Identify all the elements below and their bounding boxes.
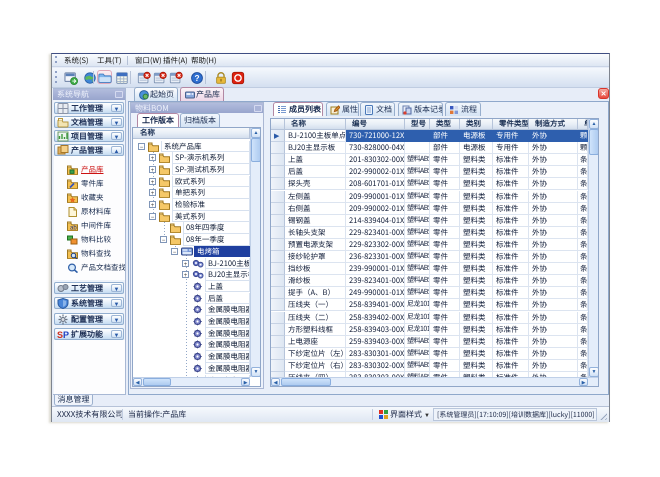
svg-text:ab: ab [70,226,77,231]
svg-text:P: P [63,330,69,340]
svg-text:?: ? [194,73,199,83]
